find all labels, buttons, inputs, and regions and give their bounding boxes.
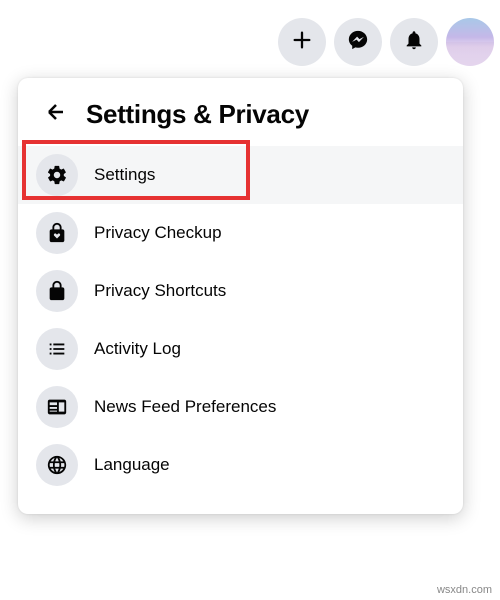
feed-icon bbox=[36, 386, 78, 428]
menu-item-label: Settings bbox=[94, 165, 155, 185]
menu-item-privacy-checkup[interactable]: Privacy Checkup bbox=[18, 204, 463, 262]
menu-item-label: Activity Log bbox=[94, 339, 181, 359]
lock-heart-icon bbox=[36, 212, 78, 254]
list-icon bbox=[36, 328, 78, 370]
lock-icon bbox=[36, 270, 78, 312]
menu-item-label: Language bbox=[94, 455, 170, 475]
watermark: wsxdn.com bbox=[437, 584, 492, 596]
gear-icon bbox=[36, 154, 78, 196]
menu-item-privacy-shortcuts[interactable]: Privacy Shortcuts bbox=[18, 262, 463, 320]
messenger-icon bbox=[347, 29, 369, 56]
menu-item-language[interactable]: Language bbox=[18, 436, 463, 494]
menu-item-activity-log[interactable]: Activity Log bbox=[18, 320, 463, 378]
back-button[interactable] bbox=[40, 98, 72, 130]
bell-icon bbox=[403, 29, 425, 56]
dropdown-header: Settings & Privacy bbox=[18, 86, 463, 146]
settings-privacy-dropdown: Settings & Privacy Settings Privacy Chec… bbox=[18, 78, 463, 514]
menu-item-label: Privacy Shortcuts bbox=[94, 281, 226, 301]
menu-item-settings[interactable]: Settings bbox=[18, 146, 463, 204]
dropdown-title: Settings & Privacy bbox=[86, 99, 309, 130]
plus-icon bbox=[291, 29, 313, 56]
messenger-button[interactable] bbox=[334, 18, 382, 66]
arrow-left-icon bbox=[44, 100, 68, 129]
top-nav-bar bbox=[278, 18, 494, 66]
profile-avatar[interactable] bbox=[446, 18, 494, 66]
menu-item-label: Privacy Checkup bbox=[94, 223, 222, 243]
notifications-button[interactable] bbox=[390, 18, 438, 66]
menu-item-label: News Feed Preferences bbox=[94, 397, 276, 417]
create-button[interactable] bbox=[278, 18, 326, 66]
menu-item-news-feed-preferences[interactable]: News Feed Preferences bbox=[18, 378, 463, 436]
globe-icon bbox=[36, 444, 78, 486]
